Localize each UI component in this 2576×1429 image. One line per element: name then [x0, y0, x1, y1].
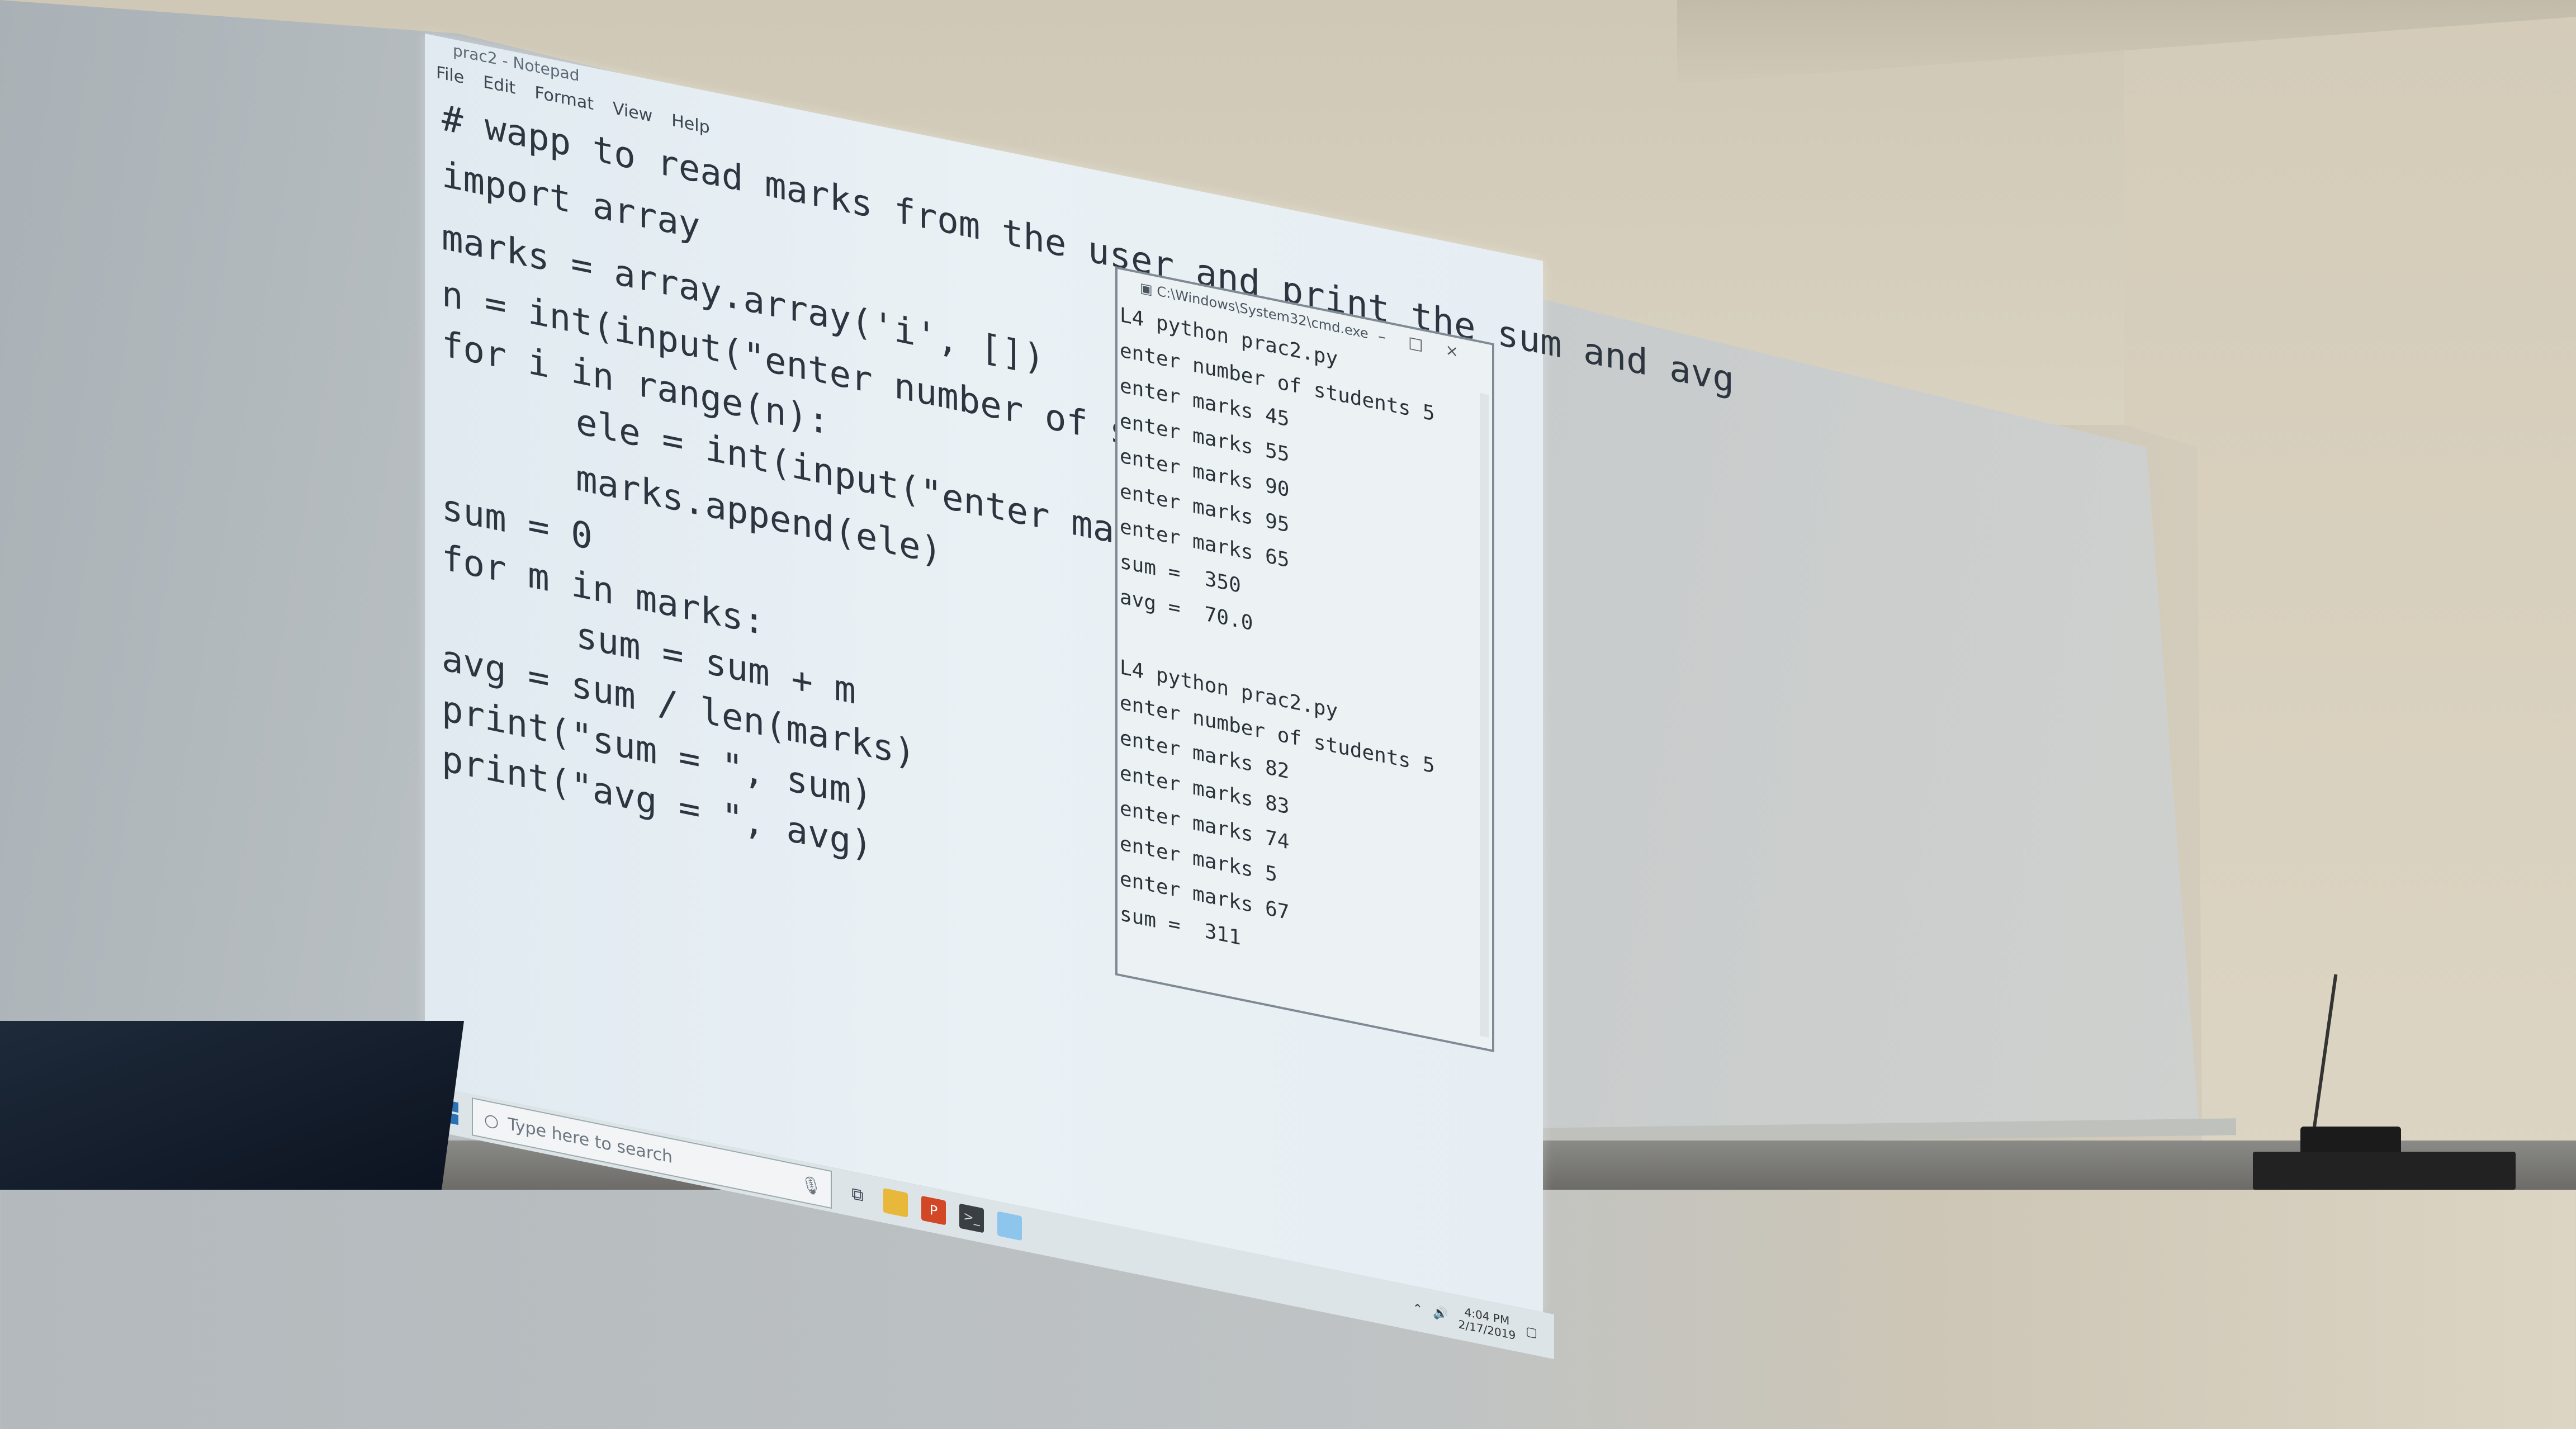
menu-view[interactable]: View	[613, 98, 652, 126]
task-view-icon[interactable]: ⧉	[845, 1180, 870, 1210]
cmd-window[interactable]: ▣ C:\Windows\System32\cmd.exe –□× L4 pyt…	[1115, 266, 1494, 1053]
folder-icon[interactable]	[883, 1187, 908, 1218]
clock[interactable]: 4:04 PM 2/17/2019	[1459, 1304, 1516, 1342]
network-icon[interactable]: ⌃	[1413, 1301, 1423, 1317]
maximize-button[interactable]: □	[1408, 333, 1445, 359]
menu-file[interactable]: File	[436, 63, 464, 88]
audio-device	[2253, 1152, 2516, 1190]
cmd-output: L4 python prac2.py enter number of stude…	[1117, 297, 1492, 1007]
scrollbar[interactable]	[1480, 392, 1489, 1038]
code-editor[interactable]: # wapp to read marks from the user and p…	[442, 93, 1734, 931]
projected-screen: prac2 - Notepad File Edit Format View He…	[425, 34, 1734, 1390]
terminal-icon[interactable]: >_	[959, 1203, 984, 1233]
minimize-button[interactable]: –	[1378, 327, 1408, 351]
notification-icon[interactable]: ▢	[1526, 1324, 1537, 1340]
notepad-icon[interactable]	[997, 1211, 1022, 1241]
microphone-icon[interactable]: 🎙	[801, 1174, 831, 1199]
close-button[interactable]: ×	[1446, 340, 1481, 366]
volume-icon[interactable]: 🔊	[1433, 1305, 1448, 1322]
laptop	[0, 1021, 464, 1190]
classroom-scene: prac2 - Notepad File Edit Format View He…	[0, 0, 2576, 1359]
terminal-icon: ▣	[1140, 280, 1157, 299]
search-icon: ○	[484, 1109, 499, 1132]
right-wall	[2124, 0, 2576, 1190]
menu-edit[interactable]: Edit	[483, 72, 515, 98]
powerpoint-icon[interactable]: P	[921, 1195, 946, 1225]
menu-help[interactable]: Help	[671, 110, 709, 138]
